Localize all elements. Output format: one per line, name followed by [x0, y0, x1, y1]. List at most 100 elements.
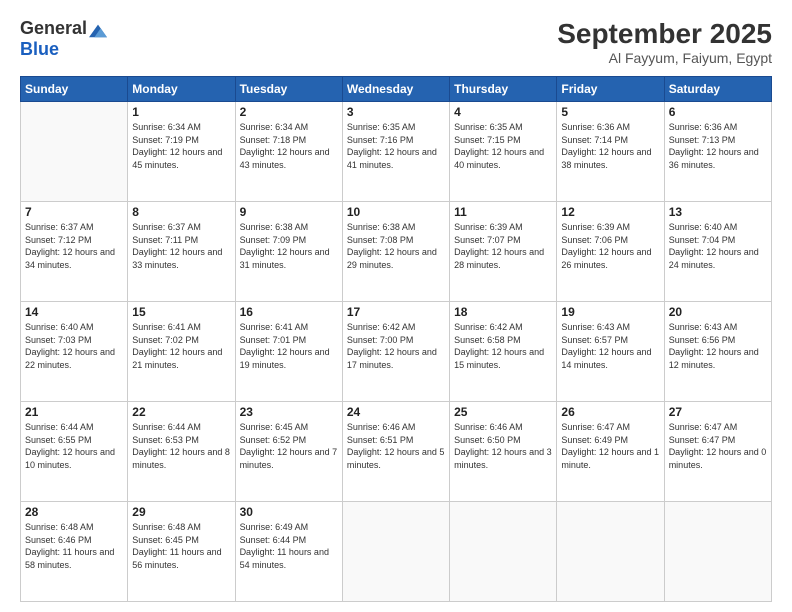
logo-icon: [89, 21, 107, 39]
day-number: 22: [132, 405, 230, 419]
cell-info: Sunrise: 6:42 AMSunset: 6:58 PMDaylight:…: [454, 321, 552, 371]
table-row: 11 Sunrise: 6:39 AMSunset: 7:07 PMDayligh…: [450, 202, 557, 302]
cell-info: Sunrise: 6:44 AMSunset: 6:53 PMDaylight:…: [132, 421, 230, 471]
cell-info: Sunrise: 6:48 AMSunset: 6:46 PMDaylight:…: [25, 521, 123, 571]
day-number: 19: [561, 305, 659, 319]
calendar-week-row: 14 Sunrise: 6:40 AMSunset: 7:03 PMDayligh…: [21, 302, 772, 402]
cell-info: Sunrise: 6:40 AMSunset: 7:03 PMDaylight:…: [25, 321, 123, 371]
table-row: 7 Sunrise: 6:37 AMSunset: 7:12 PMDaylight…: [21, 202, 128, 302]
day-number: 28: [25, 505, 123, 519]
day-number: 1: [132, 105, 230, 119]
day-number: 13: [669, 205, 767, 219]
table-row: 6Sunrise: 6:36 AMSunset: 7:13 PMDaylight…: [664, 102, 771, 202]
table-row: 19Sunrise: 6:43 AMSunset: 6:57 PMDayligh…: [557, 302, 664, 402]
day-number: 12: [561, 205, 659, 219]
day-number: 18: [454, 305, 552, 319]
cell-info: Sunrise: 6:47 AMSunset: 6:49 PMDaylight:…: [561, 421, 659, 471]
cell-info: Sunrise: 6:39 AMSunset: 7:06 PMDaylight:…: [561, 221, 659, 271]
calendar-week-row: 7 Sunrise: 6:37 AMSunset: 7:12 PMDaylight…: [21, 202, 772, 302]
table-row: [21, 102, 128, 202]
cell-info: Sunrise: 6:48 AMSunset: 6:45 PMDaylight:…: [132, 521, 230, 571]
day-number: 16: [240, 305, 338, 319]
title-block: September 2025 Al Fayyum, Faiyum, Egypt: [557, 18, 772, 66]
weekday-header-row: Sunday Monday Tuesday Wednesday Thursday…: [21, 77, 772, 102]
table-row: [664, 502, 771, 602]
cell-info: Sunrise: 6:44 AMSunset: 6:55 PMDaylight:…: [25, 421, 123, 471]
day-number: 27: [669, 405, 767, 419]
table-row: 23 Sunrise: 6:45 AMSunset: 6:52 PMDayligh…: [235, 402, 342, 502]
calendar-title: September 2025: [557, 18, 772, 50]
calendar-location: Al Fayyum, Faiyum, Egypt: [557, 50, 772, 66]
table-row: 22 Sunrise: 6:44 AMSunset: 6:53 PMDayligh…: [128, 402, 235, 502]
table-row: 20Sunrise: 6:43 AMSunset: 6:56 PMDayligh…: [664, 302, 771, 402]
header-tuesday: Tuesday: [235, 77, 342, 102]
table-row: 2Sunrise: 6:34 AMSunset: 7:18 PMDaylight…: [235, 102, 342, 202]
table-row: 1 Sunrise: 6:34 AMSunset: 7:19 PMDaylight…: [128, 102, 235, 202]
table-row: 26 Sunrise: 6:47 AMSunset: 6:49 PMDayligh…: [557, 402, 664, 502]
day-number: 20: [669, 305, 767, 319]
logo-general-text: General: [20, 18, 87, 39]
table-row: 16 Sunrise: 6:41 AMSunset: 7:01 PMDayligh…: [235, 302, 342, 402]
table-row: 3Sunrise: 6:35 AMSunset: 7:16 PMDaylight…: [342, 102, 449, 202]
cell-info: Sunrise: 6:37 AMSunset: 7:11 PMDaylight:…: [132, 221, 230, 271]
table-row: 25 Sunrise: 6:46 AMSunset: 6:50 PMDayligh…: [450, 402, 557, 502]
cell-info: Sunrise: 6:49 AMSunset: 6:44 PMDaylight:…: [240, 521, 338, 571]
cell-info: Sunrise: 6:39 AMSunset: 7:07 PMDaylight:…: [454, 221, 552, 271]
table-row: 17Sunrise: 6:42 AMSunset: 7:00 PMDayligh…: [342, 302, 449, 402]
header-saturday: Saturday: [664, 77, 771, 102]
day-number: 3: [347, 105, 445, 119]
header-wednesday: Wednesday: [342, 77, 449, 102]
cell-info: Sunrise: 6:35 AMSunset: 7:15 PMDaylight:…: [454, 121, 552, 171]
header: General Blue September 2025 Al Fayyum, F…: [20, 18, 772, 66]
cell-info: Sunrise: 6:36 AMSunset: 7:14 PMDaylight:…: [561, 121, 659, 171]
logo: General Blue: [20, 18, 107, 60]
cell-info: Sunrise: 6:38 AMSunset: 7:09 PMDaylight:…: [240, 221, 338, 271]
table-row: 5 Sunrise: 6:36 AMSunset: 7:14 PMDaylight…: [557, 102, 664, 202]
day-number: 23: [240, 405, 338, 419]
cell-info: Sunrise: 6:38 AMSunset: 7:08 PMDaylight:…: [347, 221, 445, 271]
table-row: 18 Sunrise: 6:42 AMSunset: 6:58 PMDayligh…: [450, 302, 557, 402]
day-number: 8: [132, 205, 230, 219]
calendar-week-row: 1 Sunrise: 6:34 AMSunset: 7:19 PMDaylight…: [21, 102, 772, 202]
table-row: 29Sunrise: 6:48 AMSunset: 6:45 PMDayligh…: [128, 502, 235, 602]
day-number: 2: [240, 105, 338, 119]
cell-info: Sunrise: 6:34 AMSunset: 7:19 PMDaylight:…: [132, 121, 230, 171]
table-row: [557, 502, 664, 602]
day-number: 15: [132, 305, 230, 319]
cell-info: Sunrise: 6:40 AMSunset: 7:04 PMDaylight:…: [669, 221, 767, 271]
day-number: 14: [25, 305, 123, 319]
day-number: 7: [25, 205, 123, 219]
table-row: 12 Sunrise: 6:39 AMSunset: 7:06 PMDayligh…: [557, 202, 664, 302]
table-row: 24Sunrise: 6:46 AMSunset: 6:51 PMDayligh…: [342, 402, 449, 502]
table-row: 10 Sunrise: 6:38 AMSunset: 7:08 PMDayligh…: [342, 202, 449, 302]
day-number: 24: [347, 405, 445, 419]
day-number: 17: [347, 305, 445, 319]
table-row: 21 Sunrise: 6:44 AMSunset: 6:55 PMDayligh…: [21, 402, 128, 502]
day-number: 5: [561, 105, 659, 119]
day-number: 4: [454, 105, 552, 119]
day-number: 21: [25, 405, 123, 419]
header-friday: Friday: [557, 77, 664, 102]
day-number: 9: [240, 205, 338, 219]
day-number: 11: [454, 205, 552, 219]
cell-info: Sunrise: 6:47 AMSunset: 6:47 PMDaylight:…: [669, 421, 767, 471]
header-monday: Monday: [128, 77, 235, 102]
cell-info: Sunrise: 6:45 AMSunset: 6:52 PMDaylight:…: [240, 421, 338, 471]
calendar-week-row: 21 Sunrise: 6:44 AMSunset: 6:55 PMDayligh…: [21, 402, 772, 502]
table-row: 8 Sunrise: 6:37 AMSunset: 7:11 PMDaylight…: [128, 202, 235, 302]
cell-info: Sunrise: 6:46 AMSunset: 6:50 PMDaylight:…: [454, 421, 552, 471]
table-row: 15Sunrise: 6:41 AMSunset: 7:02 PMDayligh…: [128, 302, 235, 402]
cell-info: Sunrise: 6:37 AMSunset: 7:12 PMDaylight:…: [25, 221, 123, 271]
cell-info: Sunrise: 6:41 AMSunset: 7:01 PMDaylight:…: [240, 321, 338, 371]
table-row: [342, 502, 449, 602]
table-row: 27 Sunrise: 6:47 AMSunset: 6:47 PMDayligh…: [664, 402, 771, 502]
logo-blue-text: Blue: [20, 39, 59, 60]
day-number: 26: [561, 405, 659, 419]
table-row: 13 Sunrise: 6:40 AMSunset: 7:04 PMDayligh…: [664, 202, 771, 302]
table-row: 4 Sunrise: 6:35 AMSunset: 7:15 PMDaylight…: [450, 102, 557, 202]
day-number: 25: [454, 405, 552, 419]
header-thursday: Thursday: [450, 77, 557, 102]
table-row: 30Sunrise: 6:49 AMSunset: 6:44 PMDayligh…: [235, 502, 342, 602]
day-number: 10: [347, 205, 445, 219]
day-number: 6: [669, 105, 767, 119]
